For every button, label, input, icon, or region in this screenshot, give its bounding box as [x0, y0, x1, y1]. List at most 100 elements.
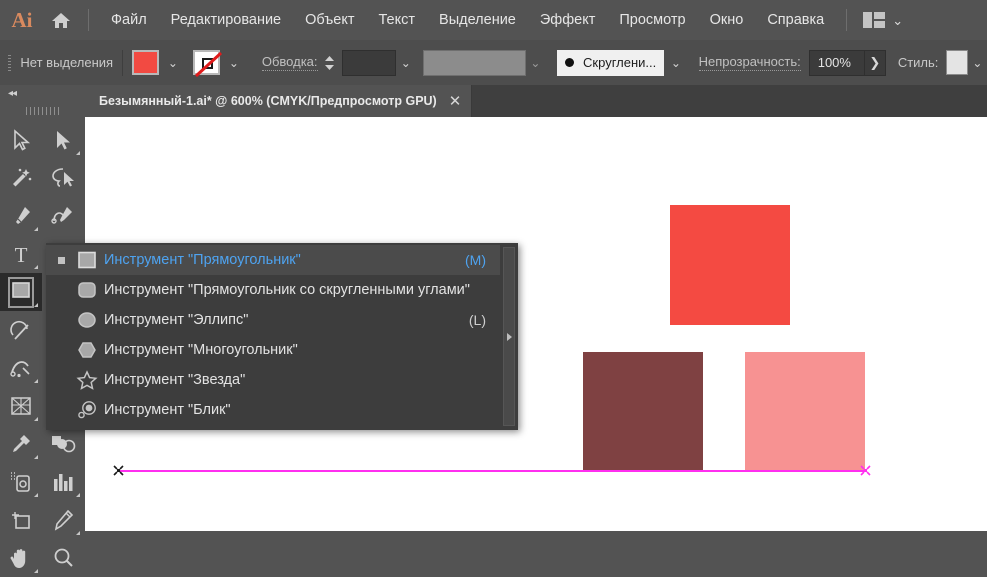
menu-bar: Ai Файл Редактирование Объект Текст Выде… [0, 0, 987, 40]
tool-slice[interactable] [42, 501, 84, 539]
stroke-profile-input[interactable] [423, 49, 526, 76]
tool-rectangle[interactable] [0, 273, 42, 311]
flyout-item-ellipse[interactable]: Инструмент "Эллипс" (L) [46, 305, 500, 335]
tool-magic-wand[interactable] [0, 159, 42, 197]
flyout-item-polygon[interactable]: Инструмент "Многоугольник" [46, 335, 500, 365]
tool-shaper[interactable] [0, 311, 42, 349]
artboard-baseline [117, 470, 864, 472]
tool-pen[interactable] [0, 197, 42, 235]
home-icon[interactable] [44, 11, 78, 30]
style-label: Стиль: [897, 55, 939, 70]
rectangle-icon [8, 276, 34, 308]
tool-corner-indicator [34, 265, 38, 269]
tool-hand[interactable] [0, 539, 42, 577]
document-tab-title: Безымянный-1.ai* @ 600% (CMYK/Предпросмо… [99, 94, 437, 108]
flyout-shortcut: (L) [468, 312, 486, 328]
flyout-item-rectangle[interactable]: Инструмент "Прямоугольник" (M) [46, 245, 500, 275]
selected-marker-icon [52, 256, 70, 264]
menu-edit[interactable]: Редактирование [159, 0, 293, 40]
tool-direct-selection[interactable] [42, 121, 84, 159]
brush-definition-chevron-down-icon[interactable]: ⌄ [666, 49, 686, 76]
tool-eyedropper[interactable] [0, 425, 42, 463]
tool-blend[interactable] [42, 425, 84, 463]
flyout-label: Инструмент "Эллипс" [104, 312, 249, 328]
control-bar-grip[interactable] [4, 51, 14, 75]
style-chevron-glyph: ⌄ [972, 55, 983, 70]
stroke-weight-chevron-glyph: ⌄ [400, 55, 411, 70]
flyout-item-rounded-rectangle[interactable]: Инструмент "Прямоугольник со скругленным… [46, 275, 500, 305]
menu-window[interactable]: Окно [698, 0, 756, 40]
shape-tools-flyout: Инструмент "Прямоугольник" (M) Инструмен… [46, 243, 518, 430]
tool-zoom[interactable] [42, 539, 84, 577]
flyout-label: Инструмент "Звезда" [104, 372, 246, 388]
tool-lasso[interactable] [42, 159, 84, 197]
menu-help[interactable]: Справка [755, 0, 836, 40]
graphic-style-swatch[interactable] [946, 50, 968, 75]
anchor-point-left[interactable] [113, 465, 124, 476]
tool-artboard[interactable] [0, 501, 42, 539]
menu-effect[interactable]: Эффект [528, 0, 608, 40]
stroke-weight-stepper[interactable] [323, 49, 337, 76]
menu-object[interactable]: Объект [293, 0, 366, 40]
flyout-item-star[interactable]: Инструмент "Звезда" [46, 365, 500, 395]
flyout-tear-off-strip[interactable] [500, 243, 518, 430]
menu-type[interactable]: Текст [367, 0, 428, 40]
fill-color-swatch[interactable] [131, 50, 159, 75]
opacity-input[interactable]: 100% [808, 49, 865, 76]
workspace-divider [846, 9, 848, 31]
rounded-rectangle-icon [70, 280, 104, 300]
no-color-icon [194, 51, 222, 78]
tool-type[interactable]: T [0, 235, 42, 273]
brush-chevron-glyph: ⌄ [670, 55, 681, 70]
star-icon [70, 370, 104, 390]
tool-corner-indicator [34, 379, 38, 383]
brush-definition-select[interactable]: Скруглени... [557, 49, 665, 76]
anchor-point-right[interactable] [860, 465, 871, 476]
tool-curvature[interactable] [42, 197, 84, 235]
tool-symbol-sprayer[interactable] [0, 463, 42, 501]
light-red-square[interactable] [745, 352, 865, 472]
opacity-expand-arrow-icon[interactable]: ❯ [864, 49, 886, 76]
tool-shape-builder[interactable] [0, 387, 42, 425]
brush-dot-icon [565, 58, 575, 67]
stroke-color-chevron-down-icon[interactable]: ⌄ [221, 50, 246, 75]
workspace-chevron-down-icon: ⌄ [892, 12, 904, 28]
ellipse-icon [70, 310, 104, 330]
tear-off-arrow-icon [506, 332, 512, 341]
dark-red-square[interactable] [583, 352, 703, 472]
selection-status-label: Нет выделения [20, 55, 114, 70]
flare-icon [70, 400, 104, 420]
close-icon[interactable]: ✕ [449, 94, 462, 109]
svg-text:T: T [15, 243, 28, 265]
collapse-arrows-icon: ◂◂ [8, 87, 17, 99]
fill-color-chevron-down-icon[interactable]: ⌄ [160, 50, 185, 75]
menu-view[interactable]: Просмотр [607, 0, 697, 40]
rectangle-icon [70, 250, 104, 270]
flyout-item-flare[interactable]: Инструмент "Блик" [46, 395, 500, 425]
document-tab[interactable]: Безымянный-1.ai* @ 600% (CMYK/Предпросмо… [85, 85, 473, 117]
graphic-style-chevron-down-icon[interactable]: ⌄ [967, 49, 987, 76]
tool-column-graph[interactable] [42, 463, 84, 501]
stroke-weight-input[interactable] [342, 49, 397, 76]
workspace-switcher[interactable]: ⌄ [863, 12, 903, 28]
stroke-color-swatch[interactable] [192, 50, 222, 78]
stroke-profile-chevron-down-icon[interactable]: ⌄ [525, 49, 546, 76]
stroke-profile-chevron-glyph: ⌄ [530, 55, 541, 70]
control-bar: Нет выделения ⌄ ⌄ Обводка: ⌄ ⌄ Скруглени… [0, 40, 987, 86]
tools-panel-collapse[interactable]: ◂◂ [0, 85, 85, 101]
stroke-color-group: ⌄ [192, 50, 246, 78]
opacity-label[interactable]: Непрозрачность: [698, 54, 801, 71]
polygon-icon [70, 340, 104, 360]
document-tab-bar: Безымянный-1.ai* @ 600% (CMYK/Предпросмо… [85, 85, 987, 117]
stroke-weight-chevron-down-icon[interactable]: ⌄ [396, 49, 416, 76]
tool-width[interactable] [0, 349, 42, 387]
red-square[interactable] [670, 205, 790, 325]
tool-corner-indicator [76, 531, 80, 535]
menu-file[interactable]: Файл [99, 0, 159, 40]
brush-definition-value: Скруглени... [583, 55, 657, 70]
menu-select[interactable]: Выделение [427, 0, 528, 40]
stroke-weight-label[interactable]: Обводка: [261, 54, 318, 71]
tools-panel-drag-handle[interactable] [0, 101, 85, 121]
tool-selection[interactable] [0, 121, 42, 159]
tool-corner-indicator [34, 569, 38, 573]
